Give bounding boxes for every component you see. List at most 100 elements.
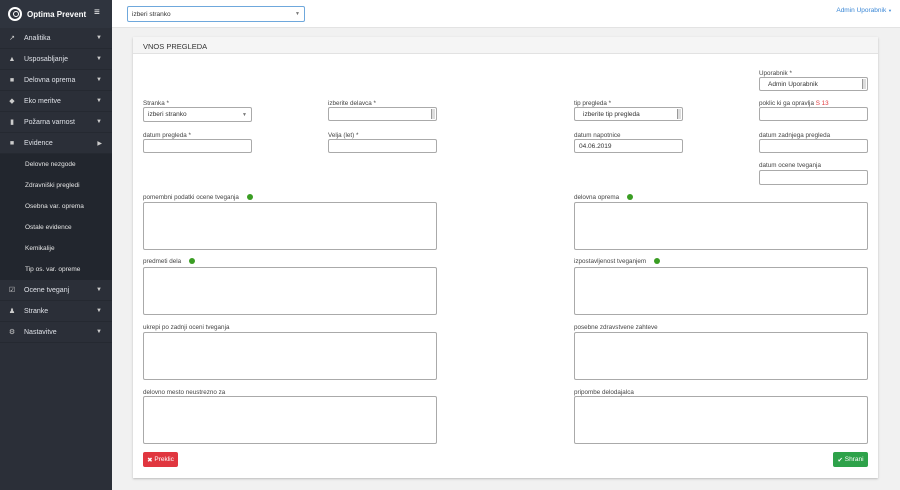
izpostavljenost-label-text: izpostavljenost tveganjem	[574, 258, 647, 265]
sub-kemikalije[interactable]: Kemikalije	[0, 238, 112, 259]
check-icon: ✔	[837, 456, 843, 464]
izpostavljenost-label: izpostavljenost tveganjem	[574, 258, 661, 265]
caret-down-icon: ▼	[96, 77, 102, 83]
graduation-cap-icon: ▲	[8, 55, 16, 63]
brand-header: Optima Prevent ≡	[0, 0, 112, 28]
chart-icon: ↗	[9, 35, 15, 42]
nav-eko-meritve[interactable]: ◆ Eko meritve ▼	[0, 91, 112, 112]
cogs-icon: ⚙	[8, 329, 16, 336]
cancel-button[interactable]: ✖ Preklic	[143, 452, 178, 467]
caret-down-icon: ▼	[96, 287, 102, 293]
oprema-label-text: delovna oprema	[574, 194, 620, 201]
pripombe-label: pripombe delodajalca	[574, 389, 634, 396]
nav-evidence[interactable]: ■ Evidence ▶	[0, 133, 112, 154]
datum-zadnjega-input[interactable]	[759, 139, 868, 153]
pripombe-textarea[interactable]	[574, 396, 868, 444]
caret-down-icon: ▼	[96, 98, 102, 104]
caret-down-icon: ▼	[295, 11, 300, 17]
user-menu[interactable]: Admin Uporabnik ▼	[836, 7, 892, 14]
nav-label: Usposabljanje	[24, 55, 68, 63]
top-bar: izberi stranko ▼ Admin Uporabnik ▼	[112, 0, 900, 28]
pomembni-label: pomembni podatki ocene tveganja	[143, 194, 253, 201]
poklic-input[interactable]	[759, 107, 868, 121]
fire-extinguisher-icon: ▮	[10, 119, 14, 126]
delavec-select[interactable]	[328, 107, 437, 121]
nav-label: Eko meritve	[24, 97, 61, 105]
logo-icon	[8, 7, 22, 21]
predmeti-label: predmeti dela	[143, 258, 196, 265]
nav-delovna-oprema[interactable]: ■ Delovna oprema ▼	[0, 70, 112, 91]
stranka-value: izberi stranko	[148, 111, 187, 118]
datum-ocene-input[interactable]	[759, 170, 868, 185]
caret-right-icon: ▶	[97, 140, 102, 147]
client-select-value: izberi stranko	[132, 10, 171, 18]
zahteve-label: posebne zdravstvene zahteve	[574, 324, 658, 331]
delavec-label: izberite delavca *	[328, 100, 376, 107]
nav-usposabljanje[interactable]: ▲ Usposabljanje ▼	[0, 49, 112, 70]
hamburger-menu-icon[interactable]: ≡	[94, 7, 100, 18]
leaf-icon: ◆	[9, 98, 15, 105]
help-icon[interactable]	[189, 258, 196, 265]
uporabnik-label: Uporabnik *	[759, 70, 792, 77]
stranka-label: Stranka *	[143, 100, 169, 107]
uporabnik-select[interactable]: Admin Uporabnik	[759, 77, 868, 91]
datum-pregleda-input[interactable]	[143, 139, 252, 153]
user-menu-label: Admin Uporabnik	[836, 7, 887, 14]
oprema-textarea[interactable]	[574, 202, 868, 250]
poklic-label-text: poklic ki ga opravlja	[759, 100, 814, 107]
stranka-select[interactable]: izberi stranko ▼	[143, 107, 252, 122]
save-button[interactable]: ✔ Shrani	[833, 452, 868, 467]
user-icon: ♟	[8, 308, 16, 315]
check-square-icon: ☑	[8, 287, 16, 294]
nav-label: Požarna varnost	[24, 118, 75, 126]
select-spinner-icon	[862, 79, 866, 89]
nav-nastavitve[interactable]: ⚙ Nastavitve ▼	[0, 322, 112, 343]
sub-ostale-evidence[interactable]: Ostale evidence	[0, 217, 112, 238]
oprema-label: delovna oprema	[574, 194, 634, 201]
datum-napotnice-value: 04.06.2019	[579, 142, 612, 150]
neustrezno-textarea[interactable]	[143, 396, 437, 444]
nav-label: Nastavitve	[24, 328, 57, 336]
panel-title: VNOS PREGLEDA	[133, 37, 878, 54]
zahteve-textarea[interactable]	[574, 332, 868, 380]
help-icon[interactable]	[246, 194, 253, 201]
help-icon[interactable]	[627, 194, 634, 201]
sidebar: Optima Prevent ≡ ↗ Analitika ▼ ▲ Usposablja…	[0, 0, 112, 490]
pomembni-textarea[interactable]	[143, 202, 437, 250]
sub-delovne-nezgode[interactable]: Delovne nezgode	[0, 154, 112, 175]
nav-ocene-tveganj[interactable]: ☑ Ocene tveganj ▼	[0, 280, 112, 301]
sub-zdravniski-pregledi[interactable]: Zdravniški pregledi	[0, 175, 112, 196]
datum-napotnice-input[interactable]: 04.06.2019	[574, 139, 683, 153]
ukrepi-label: ukrepi po zadnji oceni tveganja	[143, 324, 230, 331]
tip-pregleda-select[interactable]: izberite tip pregleda	[574, 107, 683, 121]
velja-input[interactable]	[328, 139, 437, 153]
neustrezno-label: delovno mesto neustrezno za	[143, 389, 226, 396]
nav-label: Ocene tveganj	[24, 286, 70, 294]
select-spinner-icon	[677, 109, 681, 119]
caret-down-icon: ▼	[96, 56, 102, 62]
pomembni-label-text: pomembni podatki ocene tveganja	[143, 194, 239, 201]
help-icon[interactable]	[654, 258, 661, 265]
nav-label: Analitika	[24, 34, 51, 42]
truck-icon: ■	[9, 76, 15, 84]
poklic-label: poklic ki ga opravlja S 13	[759, 100, 829, 107]
uporabnik-value: Admin Uporabnik	[768, 80, 818, 88]
nav-analitika[interactable]: ↗ Analitika ▼	[0, 28, 112, 49]
sub-tip-os-var-opreme[interactable]: Tip os. var. opreme	[0, 259, 112, 280]
datum-napotnice-label: datum napotnice	[574, 132, 621, 139]
nav-label: Evidence	[24, 139, 53, 147]
predmeti-label-text: predmeti dela	[143, 258, 182, 265]
nav-label: Stranke	[24, 307, 49, 315]
client-select[interactable]: izberi stranko ▼	[127, 6, 305, 22]
nav-pozarna-varnost[interactable]: ▮ Požarna varnost ▼	[0, 112, 112, 133]
caret-down-icon: ▼	[96, 308, 102, 314]
poklic-code: S 13	[815, 100, 829, 107]
velja-label: Velja (let) *	[328, 132, 359, 139]
nav-stranke[interactable]: ♟ Stranke ▼	[0, 301, 112, 322]
ukrepi-textarea[interactable]	[143, 332, 437, 380]
datum-zadnjega-label: datum zadnjega pregleda	[759, 132, 831, 139]
tip-pregleda-label: tip pregleda *	[574, 100, 612, 107]
sub-osebna-var-oprema[interactable]: Osebna var. oprema	[0, 196, 112, 217]
predmeti-textarea[interactable]	[143, 267, 437, 315]
izpostavljenost-textarea[interactable]	[574, 267, 868, 315]
